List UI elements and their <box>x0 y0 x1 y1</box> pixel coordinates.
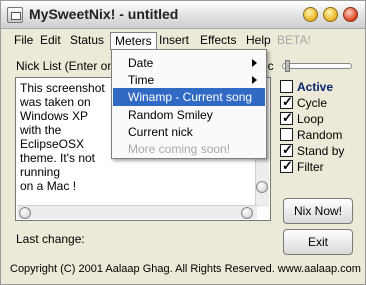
menu-file[interactable]: File <box>14 33 33 47</box>
scroll-knob[interactable] <box>256 181 268 193</box>
minimize-button[interactable] <box>303 7 318 22</box>
window-title: MySweetNix! - untitled <box>29 6 179 22</box>
menu-meters[interactable]: Meters <box>110 32 157 50</box>
menu-item-date[interactable]: Date <box>113 54 265 72</box>
scroll-right-knob[interactable] <box>241 207 253 219</box>
menu-item-random-smiley-label: Random Smiley <box>128 108 213 122</box>
menu-item-winamp-label: Winamp - Current song <box>128 90 253 104</box>
close-button[interactable] <box>343 7 358 22</box>
submenu-arrow-icon <box>252 76 257 84</box>
checkbox-random-box[interactable] <box>280 128 293 141</box>
checkbox-active-label: Active <box>297 80 334 94</box>
title-bar[interactable]: MySweetNix! - untitled <box>1 1 365 29</box>
menu-insert[interactable]: Insert <box>159 33 189 47</box>
horizontal-scrollbar[interactable] <box>17 205 257 219</box>
slider-thumb[interactable] <box>285 60 290 72</box>
last-change-label: Last change: <box>16 232 85 246</box>
menu-item-time-label: Time <box>128 73 155 87</box>
menu-item-time[interactable]: Time <box>113 71 265 89</box>
checkbox-filter-box[interactable] <box>280 158 293 174</box>
maximize-button[interactable] <box>323 7 338 22</box>
menu-item-winamp[interactable]: Winamp - Current song <box>113 88 265 106</box>
checkbox-standby-label: Stand by <box>297 144 345 158</box>
interval-slider[interactable] <box>282 60 352 72</box>
nix-now-button[interactable]: Nix Now! <box>283 198 353 224</box>
checkbox-active-box[interactable] <box>280 80 293 93</box>
menu-item-current-nick-label: Current nick <box>128 125 193 139</box>
checkbox-loop-label: Loop <box>297 112 324 126</box>
scroll-left-knob[interactable] <box>19 207 31 219</box>
menu-item-more-coming-label: More coming soon! <box>128 142 231 156</box>
checkbox-cycle-box[interactable] <box>280 94 293 110</box>
exit-button[interactable]: Exit <box>283 229 353 255</box>
app-window: MySweetNix! - untitled File Edit Status … <box>0 0 366 285</box>
checkbox-loop-box[interactable] <box>280 110 293 126</box>
meters-dropdown-menu: Date Time Winamp - Current song Random S… <box>111 49 267 159</box>
app-icon[interactable] <box>7 7 23 23</box>
menu-bar: File Edit Status Meters Insert Effects H… <box>1 30 365 50</box>
menu-effects[interactable]: Effects <box>200 33 236 47</box>
menu-item-more-coming: More coming soon! <box>113 140 265 158</box>
checkbox-random-label: Random <box>297 128 343 142</box>
nick-list-label: Nick List (Enter one <box>16 59 121 73</box>
menu-edit[interactable]: Edit <box>40 33 61 47</box>
checkbox-standby-box[interactable] <box>280 142 293 158</box>
submenu-arrow-icon <box>252 59 257 67</box>
checkbox-filter-label: Filter <box>297 160 324 174</box>
menu-beta: BETA! <box>277 33 311 47</box>
menu-help[interactable]: Help <box>246 33 271 47</box>
menu-item-date-label: Date <box>128 56 154 70</box>
checkbox-cycle-label: Cycle <box>297 96 328 110</box>
menu-item-current-nick[interactable]: Current nick <box>113 123 265 141</box>
copyright-footer: Copyright (C) 2001 Aalaap Ghag. All Righ… <box>10 263 361 275</box>
menu-status[interactable]: Status <box>70 33 104 47</box>
menu-item-random-smiley[interactable]: Random Smiley <box>113 106 265 124</box>
